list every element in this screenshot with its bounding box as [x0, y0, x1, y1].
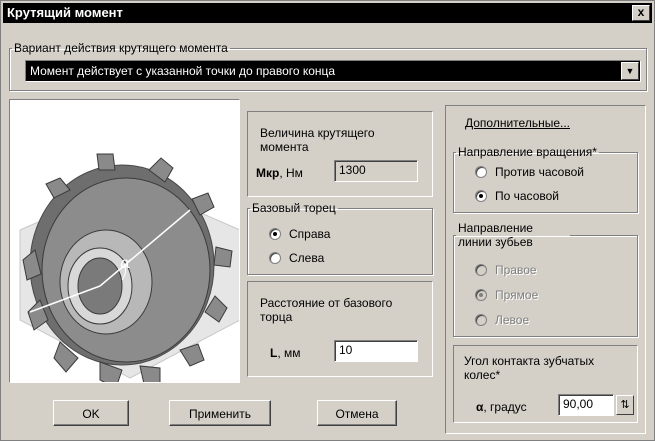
gear-image: α: [19, 153, 241, 389]
contact-angle-title: Угол контакта зубчатых колес*: [464, 354, 595, 382]
torque-unit: , Нм: [279, 166, 303, 180]
chevron-down-icon[interactable]: ▼: [621, 62, 639, 80]
torque-panel: Величина крутящего момента Мкр, Нм 1300: [247, 111, 433, 197]
distance-unit: , мм: [277, 346, 301, 360]
radio-tooth-straight-label: Прямое: [495, 288, 539, 302]
radio-left-dot[interactable]: [269, 252, 281, 264]
base-face-legend: Базовый торец: [252, 201, 336, 215]
alpha-label: α: [120, 253, 131, 272]
distance-title: Расстояние от базового торца: [260, 296, 393, 324]
dialog-window: Крутящий момент x Вариант действия крутя…: [0, 0, 655, 441]
radio-tooth-left-dot[interactable]: [475, 314, 487, 326]
contact-angle-unit-label: α, градус: [476, 400, 527, 414]
apply-button[interactable]: Применить: [169, 400, 271, 426]
title-bar: Крутящий момент x: [3, 3, 652, 23]
radio-tooth-right-label: Правое: [495, 263, 537, 277]
torque-value-input[interactable]: 1300: [334, 160, 418, 182]
distance-unit-label: L, мм: [270, 346, 301, 360]
radio-tooth-straight-dot[interactable]: [475, 289, 487, 301]
spin-arrows-icon[interactable]: ⇅: [616, 395, 634, 415]
radio-clockwise-dot[interactable]: [475, 190, 487, 202]
ok-button[interactable]: OK: [53, 400, 129, 426]
gear-image-panel: α: [9, 99, 241, 389]
contact-angle-input[interactable]: 90,00: [558, 394, 614, 416]
tooth-line-legend: Направление линии зубьев: [458, 221, 533, 249]
variant-selected-value: Момент действует с указанной точки до пр…: [30, 64, 336, 78]
radio-counterclockwise-label: Против часовой: [495, 165, 584, 179]
contact-angle-panel: Угол контакта зубчатых колес* α, градус …: [453, 345, 638, 423]
window-title: Крутящий момент: [7, 5, 123, 20]
radio-left-label: Слева: [289, 251, 325, 265]
radio-clockwise-label: По часовой: [495, 189, 559, 203]
extra-link[interactable]: Дополнительные...: [465, 116, 570, 130]
radio-right-dot[interactable]: [269, 228, 281, 240]
distance-panel: Расстояние от базового торца L, мм 10: [247, 281, 433, 377]
contact-angle-unit: , градус: [483, 400, 527, 414]
rotation-legend: Направление вращения*: [458, 145, 597, 159]
variant-dropdown[interactable]: Момент действует с указанной точки до пр…: [25, 60, 641, 82]
distance-value-input[interactable]: 10: [334, 340, 418, 362]
radio-tooth-right-dot[interactable]: [475, 264, 487, 276]
radio-right-label: Справа: [289, 227, 331, 241]
variant-legend: Вариант действия крутящего момента: [14, 41, 228, 55]
torque-unit-label: Мкр, Нм: [256, 166, 303, 180]
radio-counterclockwise-dot[interactable]: [475, 166, 487, 178]
cancel-button[interactable]: Отмена: [317, 400, 397, 426]
close-button[interactable]: x: [632, 5, 650, 21]
radio-tooth-left-label: Левое: [495, 313, 530, 327]
torque-title: Величина крутящего момента: [260, 126, 375, 154]
torque-symbol: Мкр: [256, 166, 280, 180]
